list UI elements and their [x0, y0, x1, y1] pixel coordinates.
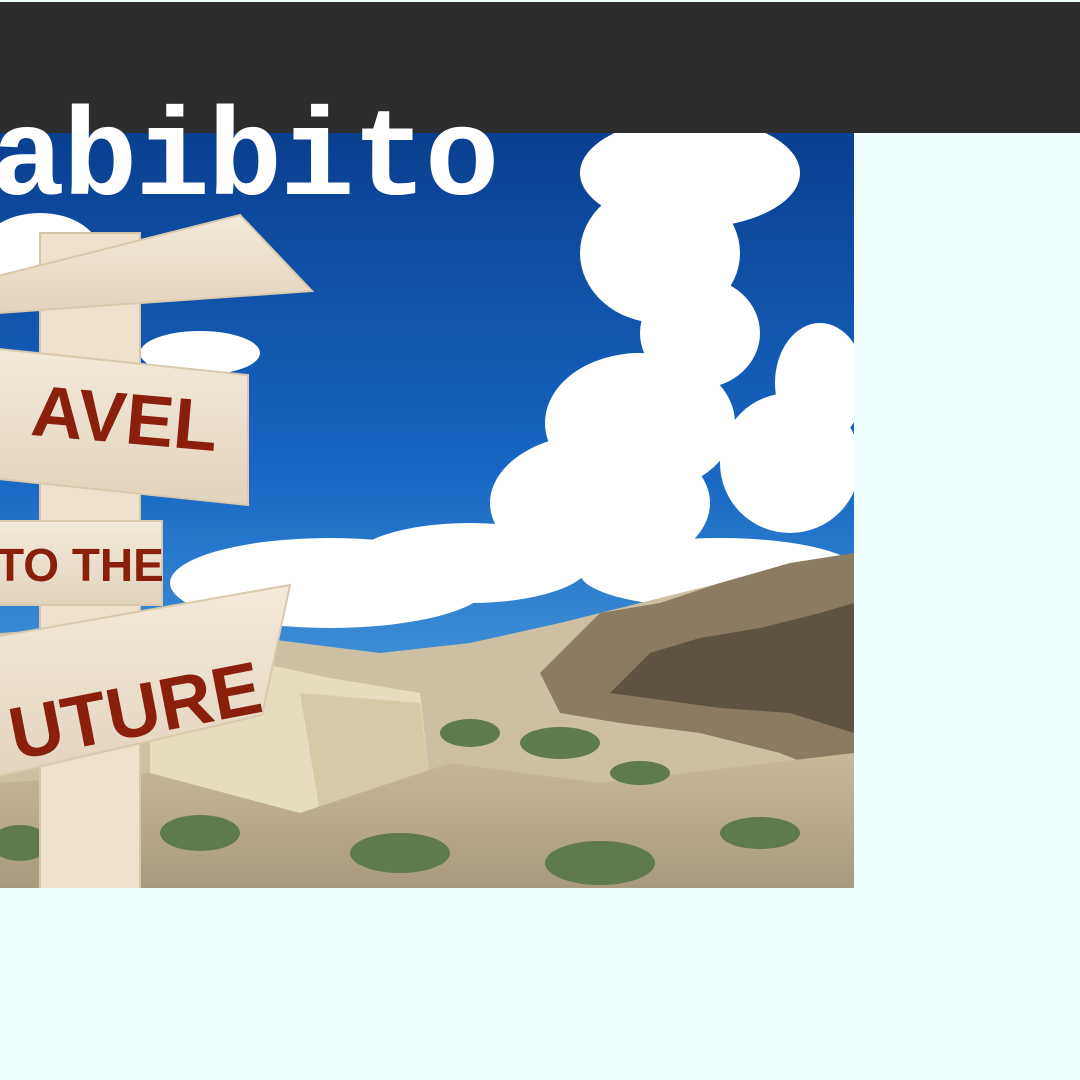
- site-title[interactable]: Habibito: [0, 100, 499, 224]
- sign-travel: AVEL: [28, 371, 221, 467]
- hero-illustration: AVEL TO THE UTURE: [0, 133, 854, 888]
- hero-image: AVEL TO THE UTURE: [0, 133, 854, 888]
- sign-to-the: TO THE: [0, 539, 164, 591]
- page: AVEL TO THE UTURE Habibito s: [0, 0, 1080, 1080]
